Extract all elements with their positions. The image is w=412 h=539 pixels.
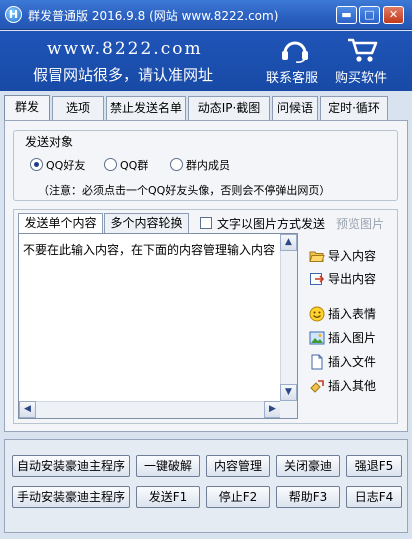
send-target-group: 发送对象 QQ好友 QQ群 群内成员 （注意：必须点击一个QQ好友头像，否则会不… bbox=[13, 130, 398, 201]
banner-url: www.8222.com bbox=[47, 39, 203, 59]
radio-group-members[interactable]: 群内成员 bbox=[170, 157, 230, 173]
headset-icon[interactable] bbox=[278, 37, 312, 63]
radio-indicator[interactable] bbox=[170, 158, 183, 171]
banner-slogan: 假冒网站很多，请认准网址 bbox=[33, 66, 214, 84]
content-textarea[interactable]: 不要在此输入内容，在下面的内容管理输入内容 ▲ ▼ ◀ ▶ bbox=[18, 233, 298, 419]
content-area: 发送单个内容 多个内容轮换 文字以图片方式发送 预览图片 不要在此输入内容，在下… bbox=[13, 209, 398, 424]
insert-emoji-label: 插入表情 bbox=[328, 307, 377, 321]
tab-greetings[interactable]: 问候语 bbox=[272, 96, 318, 120]
radio-label: 群内成员 bbox=[186, 159, 230, 172]
force-quit-button[interactable]: 强退F5 bbox=[346, 455, 402, 477]
insert-other-label: 插入其他 bbox=[328, 379, 377, 393]
auto-install-button[interactable]: 自动安装豪迪主程序 bbox=[12, 455, 130, 477]
tab-mass-send[interactable]: 群发 bbox=[4, 95, 50, 121]
radio-qq-friends[interactable]: QQ好友 bbox=[30, 157, 85, 173]
import-content-button[interactable]: 导入内容 bbox=[309, 246, 376, 266]
folder-open-icon bbox=[309, 251, 325, 262]
subtab-rotate-content[interactable]: 多个内容轮换 bbox=[104, 213, 189, 233]
maximize-button[interactable]: □ bbox=[359, 6, 380, 24]
smiley-icon bbox=[309, 306, 325, 322]
radio-label: QQ好友 bbox=[46, 159, 86, 172]
tab-options[interactable]: 选项 bbox=[52, 96, 104, 120]
subtab-single-content[interactable]: 发送单个内容 bbox=[18, 213, 103, 233]
title-bar[interactable]: H 群发普通版 2016.9.8 (网站 www.8222.com) ▬ □ ✕ bbox=[0, 0, 412, 30]
scroll-right-icon[interactable]: ▶ bbox=[264, 401, 281, 418]
scroll-left-icon[interactable]: ◀ bbox=[19, 401, 36, 418]
close-button[interactable]: ✕ bbox=[383, 6, 404, 24]
insert-image-button[interactable]: 插入图片 bbox=[309, 328, 376, 348]
horizontal-scrollbar[interactable]: ◀ ▶ bbox=[19, 401, 281, 418]
insert-other-button[interactable]: 插入其他 bbox=[309, 376, 376, 396]
export-icon bbox=[310, 273, 325, 285]
close-haodi-button[interactable]: 关闭豪迪 bbox=[276, 455, 340, 477]
cart-icon[interactable] bbox=[345, 37, 379, 63]
insert-emoji-button[interactable]: 插入表情 bbox=[309, 304, 376, 324]
window-title: 群发普通版 2016.9.8 (网站 www.8222.com) bbox=[28, 9, 279, 23]
scroll-down-icon[interactable]: ▼ bbox=[280, 384, 297, 401]
contact-service-link[interactable]: 联系客服 bbox=[266, 67, 318, 86]
file-icon bbox=[311, 354, 323, 370]
insert-image-label: 插入图片 bbox=[328, 331, 377, 345]
radio-indicator[interactable] bbox=[30, 158, 43, 171]
action-bar: 自动安装豪迪主程序 一键破解 内容管理 关闭豪迪 强退F5 手动安装豪迪主程序 … bbox=[4, 439, 408, 533]
stop-button[interactable]: 停止F2 bbox=[206, 486, 270, 508]
minimize-button[interactable]: ▬ bbox=[336, 6, 357, 24]
radio-label: QQ群 bbox=[120, 159, 149, 172]
mass-send-panel: 发送对象 QQ好友 QQ群 群内成员 （注意：必须点击一个QQ好友头像，否则会不… bbox=[4, 120, 408, 432]
image-mode-checkbox[interactable] bbox=[200, 217, 212, 229]
help-button[interactable]: 帮助F3 bbox=[276, 486, 340, 508]
preview-image-link[interactable]: 预览图片 bbox=[336, 215, 384, 232]
send-button[interactable]: 发送F1 bbox=[136, 486, 200, 508]
insert-file-label: 插入文件 bbox=[328, 355, 377, 369]
import-content-label: 导入内容 bbox=[328, 249, 377, 263]
export-content-button[interactable]: 导出内容 bbox=[309, 269, 376, 289]
image-mode-label[interactable]: 文字以图片方式发送 bbox=[217, 215, 325, 232]
tab-blocklist[interactable]: 禁止发送名单 bbox=[106, 96, 186, 120]
banner: www.8222.com 假冒网站很多，请认准网址 联系客服 购买软件 bbox=[0, 31, 412, 91]
tab-dynamic-ip[interactable]: 动态IP·截图 bbox=[188, 96, 270, 120]
tab-schedule[interactable]: 定时·循环 bbox=[320, 96, 388, 120]
scroll-corner bbox=[280, 401, 297, 418]
manual-install-button[interactable]: 手动安装豪迪主程序 bbox=[12, 486, 130, 508]
app-icon: H bbox=[5, 6, 22, 23]
export-content-label: 导出内容 bbox=[328, 272, 377, 286]
one-click-crack-button[interactable]: 一键破解 bbox=[136, 455, 200, 477]
content-manage-button[interactable]: 内容管理 bbox=[206, 455, 270, 477]
log-button[interactable]: 日志F4 bbox=[346, 486, 402, 508]
picture-icon bbox=[309, 331, 325, 345]
insert-file-button[interactable]: 插入文件 bbox=[309, 352, 376, 372]
editor-text: 不要在此输入内容，在下面的内容管理输入内容 bbox=[23, 243, 276, 257]
radio-qq-groups[interactable]: QQ群 bbox=[104, 157, 148, 173]
buy-software-link[interactable]: 购买软件 bbox=[335, 67, 387, 86]
other-icon bbox=[310, 380, 324, 393]
radio-indicator[interactable] bbox=[104, 158, 117, 171]
send-target-title: 发送对象 bbox=[22, 133, 77, 150]
vertical-scrollbar[interactable]: ▲ ▼ bbox=[280, 234, 297, 401]
scroll-up-icon[interactable]: ▲ bbox=[280, 234, 297, 251]
send-target-note: （注意：必须点击一个QQ好友头像，否则会不停弹出网页） bbox=[38, 184, 331, 197]
